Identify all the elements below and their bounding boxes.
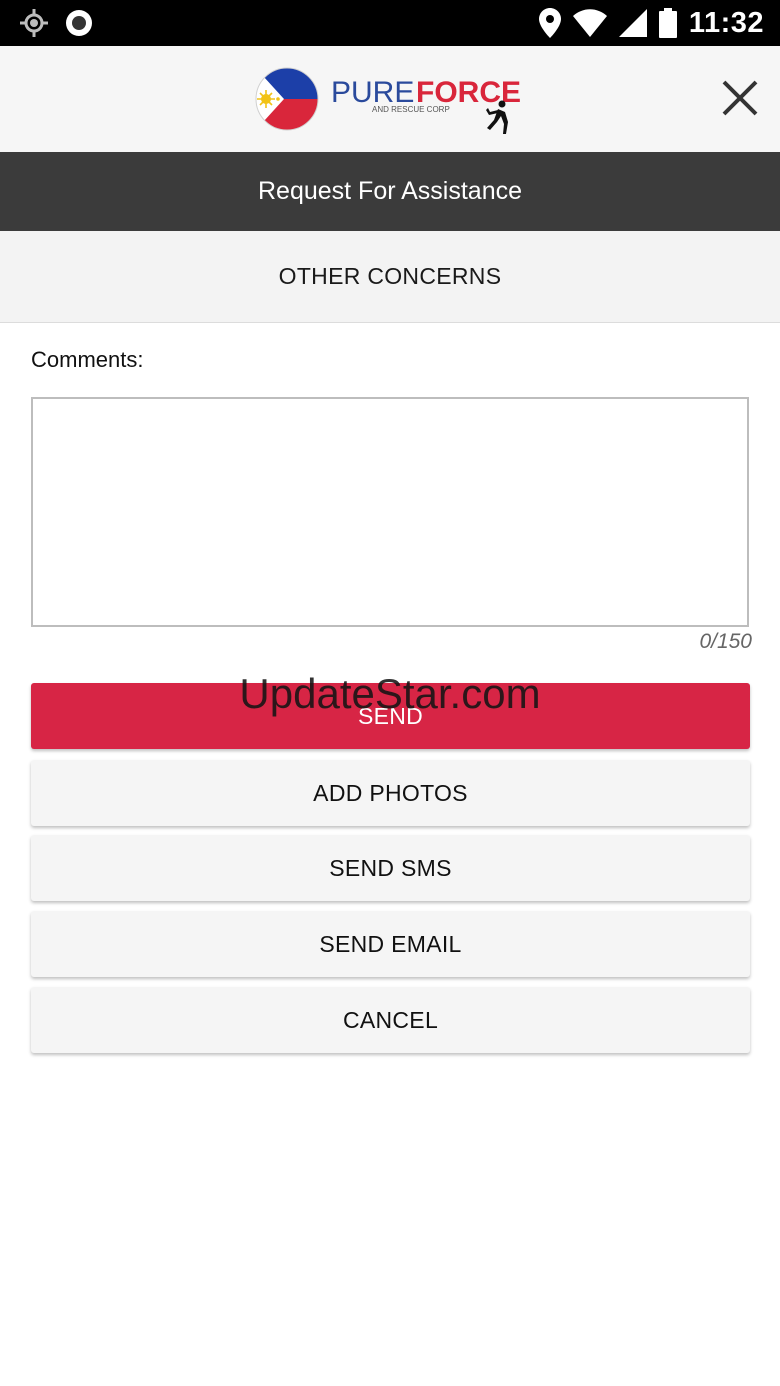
status-right-icons: 11:32 xyxy=(538,6,764,40)
battery-icon xyxy=(658,8,677,38)
add-photos-button-label: ADD PHOTOS xyxy=(313,779,468,806)
app-header: PURE FORCE AND RESCUE CORP xyxy=(0,46,780,152)
cancel-button-label: CANCEL xyxy=(342,1006,439,1033)
wifi-icon xyxy=(572,9,607,37)
pureforce-logo: PURE FORCE AND RESCUE CORP xyxy=(255,67,521,134)
location-target-icon xyxy=(20,9,48,37)
title-bar: Request For Assistance xyxy=(0,152,780,231)
status-time: 11:32 xyxy=(688,6,764,39)
logo-tagline: AND RESCUE CORP xyxy=(372,105,450,114)
status-left-icons xyxy=(20,9,94,37)
add-photos-button[interactable]: ADD PHOTOS xyxy=(31,760,750,826)
send-button[interactable]: SEND xyxy=(31,683,750,749)
category-label: OTHER CONCERNS xyxy=(278,263,502,289)
philippine-flag-icon xyxy=(256,68,318,130)
close-icon[interactable] xyxy=(718,76,762,120)
cancel-button[interactable]: CANCEL xyxy=(31,987,750,1053)
record-icon xyxy=(66,10,92,36)
comments-input[interactable] xyxy=(31,397,749,627)
send-sms-button-label: SEND SMS xyxy=(329,854,452,881)
send-email-button-label: SEND EMAIL xyxy=(319,930,462,957)
send-email-button[interactable]: SEND EMAIL xyxy=(31,911,750,977)
char-counter: 0/150 xyxy=(699,630,752,653)
category-header: OTHER CONCERNS xyxy=(0,231,780,323)
comments-label: Comments: xyxy=(31,347,144,372)
send-sms-button[interactable]: SEND SMS xyxy=(31,835,750,901)
send-button-label: SEND xyxy=(357,702,424,729)
status-bar: 11:32 xyxy=(0,0,780,46)
page-title: Request For Assistance xyxy=(257,177,522,205)
location-pin-icon xyxy=(538,8,561,38)
signal-icon xyxy=(618,9,647,37)
